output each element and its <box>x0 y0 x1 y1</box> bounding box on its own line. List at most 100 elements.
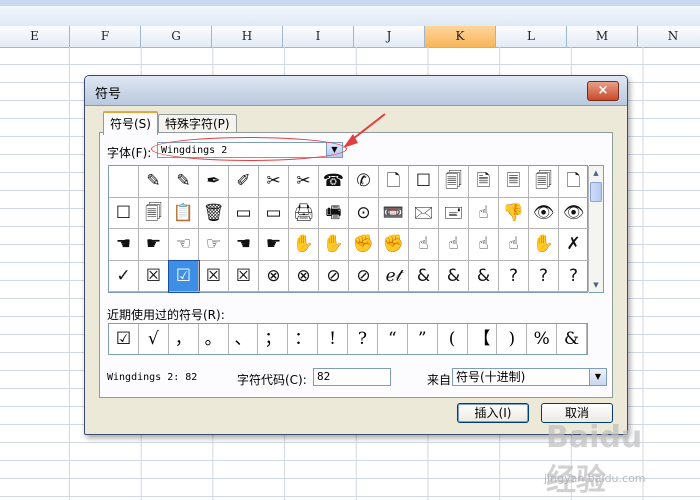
recent-symbol-cell[interactable]: ” <box>408 324 438 354</box>
symbol-cell[interactable]: 🗑 <box>199 197 229 229</box>
symbol-cell[interactable]: ? <box>529 260 559 292</box>
symbol-cell[interactable]: ⊘ <box>349 260 379 292</box>
column-header-h[interactable]: H <box>212 26 283 47</box>
symbol-cell[interactable]: & <box>439 260 469 292</box>
symbol-cell[interactable]: ☞ <box>199 229 229 261</box>
scroll-up-icon[interactable]: ▲ <box>589 166 603 180</box>
symbol-cell[interactable]: ✂ <box>259 166 289 198</box>
font-dropdown[interactable]: Wingdings 2 ▼ <box>157 142 343 158</box>
column-header-g[interactable]: G <box>141 26 212 47</box>
column-header-l[interactable]: L <box>496 26 567 47</box>
symbol-cell[interactable]: ✋ <box>289 229 319 261</box>
symbol-cell[interactable]: ⊗ <box>289 260 319 292</box>
recent-symbol-cell[interactable]: & <box>557 324 587 354</box>
column-header-f[interactable]: F <box>70 26 141 47</box>
from-dropdown[interactable]: 符号(十进制) ▼ <box>452 368 607 386</box>
symbol-cell[interactable]: ✊ <box>379 229 409 261</box>
symbol-cell[interactable]: ☚ <box>229 229 259 261</box>
recent-symbol-cell[interactable]: 。 <box>199 324 229 354</box>
symbol-cell[interactable]: ℯ𝓉 <box>379 260 409 292</box>
symbol-cell[interactable]: & <box>409 260 439 292</box>
scroll-thumb[interactable] <box>590 182 602 202</box>
symbol-cell[interactable]: ☒ <box>229 260 259 292</box>
recent-symbol-cell[interactable]: ( <box>438 324 468 354</box>
symbol-cell[interactable]: ☑ <box>168 259 200 293</box>
column-header-k[interactable]: K <box>425 26 496 47</box>
symbol-cell[interactable]: ? <box>559 260 589 292</box>
symbol-cell[interactable]: ☝ <box>409 229 439 261</box>
symbol-cell[interactable]: ☜ <box>169 229 199 261</box>
recent-symbol-cell[interactable]: ； <box>258 324 289 354</box>
symbol-cell[interactable]: ☝ <box>469 197 499 229</box>
symbol-cell[interactable]: ▭ <box>229 197 259 229</box>
symbol-cell[interactable]: ☝ <box>439 229 469 261</box>
symbol-cell[interactable]: ☛ <box>259 229 289 261</box>
symbol-cell[interactable]: ☒ <box>139 260 169 292</box>
symbol-cell[interactable]: ⊘ <box>319 260 349 292</box>
column-header-n[interactable]: N <box>638 26 700 47</box>
symbol-cell[interactable]: ✐ <box>229 166 259 198</box>
symbol-cell[interactable]: 👁 <box>559 197 589 229</box>
symbol-cell[interactable]: ✆ <box>349 166 379 198</box>
cancel-button[interactable]: 取消 <box>541 403 613 423</box>
symbol-cell[interactable]: 👁 <box>529 197 559 229</box>
symbol-cell[interactable]: ☝ <box>469 229 499 261</box>
symbol-cell[interactable]: ▭ <box>259 197 289 229</box>
tab-special-characters[interactable]: 特殊字符(P) <box>157 114 237 134</box>
close-button[interactable]: × <box>587 81 619 101</box>
dialog-titlebar[interactable]: 符号 × <box>85 76 627 106</box>
symbol-cell[interactable]: ✎ <box>169 166 199 198</box>
recent-symbol-cell[interactable]: 、 <box>229 324 259 354</box>
symbol-cell[interactable]: ☛ <box>139 229 169 261</box>
symbol-cell[interactable]: ⊗ <box>259 260 289 292</box>
symbol-cell[interactable] <box>109 166 139 198</box>
symbol-cell[interactable]: 📼 <box>379 197 409 229</box>
symbol-cell[interactable]: ☚ <box>109 229 139 261</box>
symbol-cell[interactable]: ✋ <box>529 229 559 261</box>
symbol-cell[interactable]: 🗋 <box>379 166 409 198</box>
recent-symbol-cell[interactable]: ☑ <box>109 324 139 354</box>
symbol-cell[interactable]: 🗎 <box>469 166 499 198</box>
symbol-cell[interactable]: 🖨 <box>289 197 319 229</box>
symbol-cell[interactable]: 🗐 <box>529 166 559 198</box>
column-header-i[interactable]: I <box>283 26 354 47</box>
symbol-cell[interactable]: ✂ <box>289 166 319 198</box>
recent-symbol-cell[interactable]: % <box>527 324 558 354</box>
scroll-down-icon[interactable]: ▼ <box>589 278 603 292</box>
symbol-cell[interactable]: ✊ <box>349 229 379 261</box>
symbol-cell[interactable]: ☝ <box>499 229 529 261</box>
symbol-cell[interactable]: & <box>469 260 499 292</box>
symbol-cell[interactable]: ☐ <box>409 166 439 198</box>
column-header-e[interactable]: E <box>0 26 70 47</box>
symbol-cell[interactable]: 📋 <box>169 197 199 229</box>
symbol-cell[interactable]: ✒ <box>199 166 229 198</box>
symbol-cell[interactable]: 🖷 <box>319 197 349 229</box>
char-code-input[interactable]: 82 <box>313 368 391 386</box>
symbol-cell[interactable]: ☎ <box>319 166 349 198</box>
symbol-cell[interactable]: ☒ <box>199 260 229 292</box>
tab-symbols[interactable]: 符号(S) <box>103 111 158 135</box>
symbol-cell[interactable]: ⊙ <box>349 197 379 229</box>
symbol-cell[interactable]: 🗋 <box>559 166 589 198</box>
symbol-cell[interactable]: 🖂 <box>409 197 439 229</box>
symbol-cell[interactable]: ☐ <box>109 197 139 229</box>
symbol-cell[interactable]: 🗐 <box>439 166 469 198</box>
recent-symbol-cell[interactable]: “ <box>378 324 408 354</box>
column-header-m[interactable]: M <box>567 26 638 47</box>
recent-symbol-cell[interactable]: √ <box>139 324 169 354</box>
recent-symbol-cell[interactable]: ) <box>497 324 528 354</box>
chevron-down-icon[interactable]: ▼ <box>326 143 342 157</box>
symbol-cell[interactable]: ✋ <box>319 229 349 261</box>
recent-symbol-cell[interactable]: ， <box>169 324 199 354</box>
symbol-cell[interactable]: 🗏 <box>499 166 529 198</box>
recent-symbol-cell[interactable]: ? <box>348 324 378 354</box>
column-header-j[interactable]: J <box>354 26 425 47</box>
symbol-cell[interactable]: 🗐 <box>139 197 169 229</box>
symbol-cell[interactable]: ? <box>499 260 529 292</box>
symbol-cell[interactable]: 🖃 <box>439 197 469 229</box>
chevron-down-icon[interactable]: ▼ <box>589 369 606 385</box>
symbol-cell[interactable]: ✎ <box>139 166 169 198</box>
symbol-cell[interactable]: ✓ <box>109 260 139 292</box>
recent-symbol-cell[interactable]: 【 <box>468 324 498 354</box>
insert-button[interactable]: 插入(I) <box>457 403 529 423</box>
